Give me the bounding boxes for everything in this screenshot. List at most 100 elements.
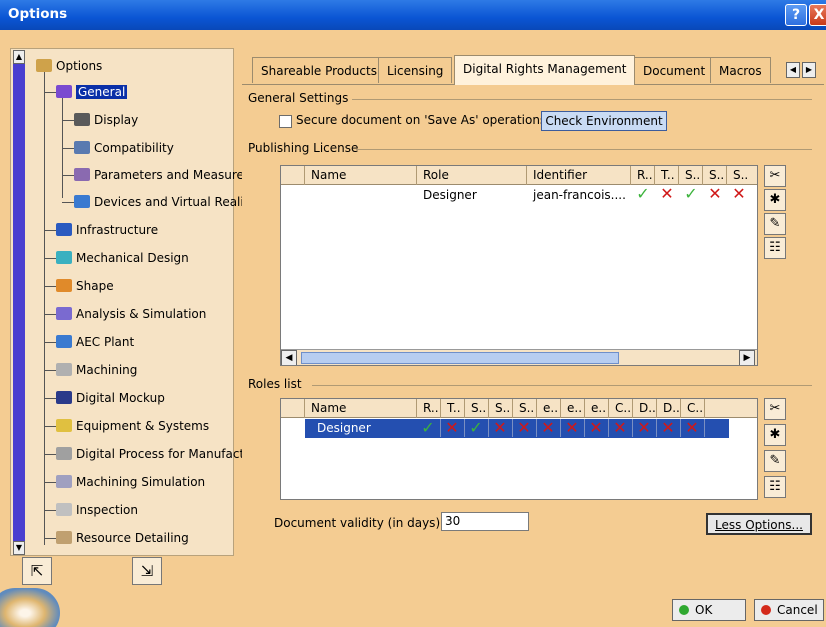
tab-document[interactable]: Document — [634, 57, 715, 83]
column-header[interactable]: e.. — [537, 399, 561, 418]
tree-scrollbar[interactable]: ▲ ▼ — [13, 50, 25, 555]
publishing-license-title: Publishing License — [248, 141, 359, 155]
column-header[interactable]: S.. — [679, 166, 703, 185]
check-icon: ✓ — [421, 418, 435, 437]
properties-license-icon[interactable]: ☷ — [764, 237, 786, 259]
column-header[interactable]: C.. — [681, 399, 705, 418]
column-header[interactable]: Identifier — [527, 166, 631, 185]
tree-branch-line — [44, 510, 56, 511]
tree-expand-icon[interactable]: ⇱ — [22, 557, 52, 585]
add-license-icon[interactable]: ✱ — [764, 189, 786, 211]
identifier-cell: jean-francois.... — [533, 188, 626, 202]
column-header[interactable]: e.. — [561, 399, 585, 418]
tree-branch-line — [44, 398, 56, 399]
column-header[interactable]: S.. — [465, 399, 489, 418]
secure-document-checkbox[interactable] — [279, 115, 292, 128]
scroll-right-arrow[interactable]: ▶ — [739, 350, 755, 365]
column-header[interactable]: Name — [305, 399, 417, 418]
options-dialog: Options ? X ▲ ▼ Options General Display Com… — [0, 0, 826, 627]
mechanical-design-icon — [56, 251, 72, 264]
tree-item-aec-plant[interactable]: AEC Plant — [56, 332, 134, 352]
ok-button[interactable]: OK — [672, 599, 746, 621]
close-button[interactable]: X — [809, 4, 826, 26]
edit-license-icon[interactable]: ✎ — [764, 213, 786, 235]
tree-item-label: Mechanical Design — [76, 251, 189, 265]
flag-cell: ✓ — [417, 419, 441, 437]
tab-licensing[interactable]: Licensing — [378, 57, 453, 83]
column-header[interactable]: C.. — [609, 399, 633, 418]
table-row-selected[interactable]: Designer ✓ ✕ ✓ ✕ ✕ ✕ ✕ ✕ ✕ ✕ ✕ ✕ — [305, 419, 729, 438]
tree-item-machining-simulation[interactable]: Machining Simulation — [56, 472, 205, 492]
tree-item-compatibility[interactable]: Compatibility — [74, 138, 174, 158]
tree-item-inspection[interactable]: Inspection — [56, 500, 138, 520]
group-divider — [312, 385, 812, 386]
tree-item-digital-mockup[interactable]: Digital Mockup — [56, 388, 165, 408]
tree-item-label: Resource Detailing — [76, 531, 189, 545]
roles-list-title: Roles list — [248, 377, 302, 391]
edit-role-icon[interactable]: ✎ — [764, 450, 786, 472]
tree-branch-line — [44, 230, 56, 231]
table-header: Name R.. T.. S.. S.. S.. e.. e.. e.. C.. D.. D.. C.. — [281, 399, 757, 418]
tree-item-analysis[interactable]: Analysis & Simulation — [56, 304, 206, 324]
analysis-icon — [56, 307, 72, 320]
check-environment-button[interactable]: Check Environment — [541, 111, 667, 131]
validity-input[interactable]: 30 — [441, 512, 529, 531]
tab-digital-rights-management[interactable]: Digital Rights Management — [454, 55, 636, 85]
column-header[interactable]: Role — [417, 166, 527, 185]
tab-shareable-products[interactable]: Shareable Products — [252, 57, 386, 83]
tree-item-machining[interactable]: Machining — [56, 360, 137, 380]
cancel-button[interactable]: Cancel — [754, 599, 824, 621]
tree-item-label: Parameters and Measure — [94, 168, 244, 182]
column-header[interactable]: Name — [305, 166, 417, 185]
flag-cell: ✕ — [513, 419, 537, 437]
cross-icon: ✕ — [541, 418, 555, 437]
add-role-icon[interactable]: ✱ — [764, 424, 786, 446]
help-button[interactable]: ? — [785, 4, 807, 26]
column-header[interactable]: S.. — [513, 399, 537, 418]
tree-item-parameters[interactable]: Parameters and Measure — [74, 165, 244, 185]
tree-branch-line — [44, 482, 56, 483]
column-header[interactable]: R.. — [631, 166, 655, 185]
column-header[interactable]: S.. — [489, 399, 513, 418]
equipment-icon — [56, 419, 72, 432]
tree-item-label: Devices and Virtual Reality — [94, 195, 256, 209]
tab-scroll-right-icon[interactable]: ▶ — [802, 62, 816, 78]
properties-role-icon[interactable]: ☷ — [764, 476, 786, 498]
flag-cell: ✕ — [633, 419, 657, 437]
scroll-down-arrow[interactable]: ▼ — [13, 541, 25, 555]
column-header[interactable]: T.. — [441, 399, 465, 418]
tree-item-general[interactable]: General — [56, 82, 128, 102]
options-icon — [36, 59, 52, 72]
column-header[interactable]: R.. — [417, 399, 441, 418]
scroll-thumb[interactable] — [301, 352, 619, 364]
column-header[interactable]: e.. — [585, 399, 609, 418]
tree-item-display[interactable]: Display — [74, 110, 138, 130]
window-title: Options — [8, 6, 68, 22]
column-header[interactable]: S.. — [727, 166, 757, 185]
tree-item-resource-detailing[interactable]: Resource Detailing — [56, 528, 189, 548]
cross-icon: ✕ — [565, 418, 579, 437]
column-header[interactable]: D.. — [633, 399, 657, 418]
tree-item-label: Inspection — [76, 503, 138, 517]
table-header: Name Role Identifier R.. T.. S.. S.. S.. — [281, 166, 757, 185]
tree-item-mechanical-design[interactable]: Mechanical Design — [56, 248, 189, 268]
cross-icon: ✕ — [708, 184, 722, 203]
horizontal-scrollbar[interactable]: ◀ ▶ — [281, 349, 757, 365]
tree-item-devices[interactable]: Devices and Virtual Reality — [74, 192, 256, 212]
scroll-up-arrow[interactable]: ▲ — [13, 50, 25, 64]
flag-cell: ✕ — [537, 419, 561, 437]
tab-scroll-left-icon[interactable]: ◀ — [786, 62, 800, 78]
column-header[interactable]: S.. — [703, 166, 727, 185]
scroll-left-arrow[interactable]: ◀ — [281, 350, 297, 365]
tree-item-options[interactable]: Options — [36, 56, 102, 76]
tree-collapse-icon[interactable]: ⇲ — [132, 557, 162, 585]
tree-item-equipment[interactable]: Equipment & Systems — [56, 416, 209, 436]
column-header[interactable]: T.. — [655, 166, 679, 185]
tree-item-infrastructure[interactable]: Infrastructure — [56, 220, 158, 240]
column-header[interactable]: D.. — [657, 399, 681, 418]
remove-license-icon[interactable]: ✂ — [764, 165, 786, 187]
less-options-button[interactable]: Less Options... — [706, 513, 812, 535]
tree-item-shape[interactable]: Shape — [56, 276, 114, 296]
tab-macros[interactable]: Macros — [710, 57, 771, 83]
remove-role-icon[interactable]: ✂ — [764, 398, 786, 420]
